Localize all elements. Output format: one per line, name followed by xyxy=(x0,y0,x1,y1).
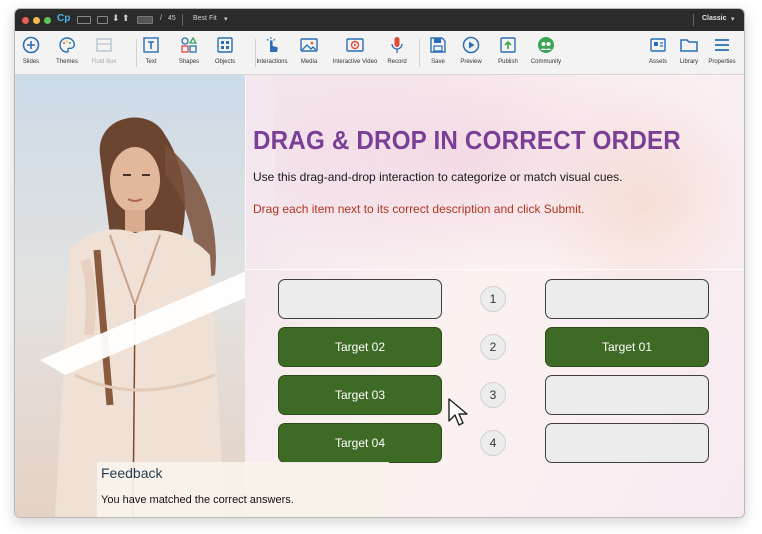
hand-pointer-icon xyxy=(266,37,278,52)
menu-icon xyxy=(715,39,729,51)
folder-icon xyxy=(680,39,698,52)
drop-target-4[interactable] xyxy=(545,423,709,463)
woman-photo xyxy=(15,75,245,517)
divider-line xyxy=(245,75,246,269)
save-icon xyxy=(430,37,446,53)
drop-target-2[interactable]: Target 01 xyxy=(545,327,709,367)
toolbar-label: Slides xyxy=(22,59,40,65)
community-icon xyxy=(538,37,554,53)
order-number: 1 xyxy=(480,286,506,312)
plus-circle-icon xyxy=(22,36,40,54)
drop-slot-left-1[interactable] xyxy=(278,279,442,319)
chevron-down-icon[interactable]: ▾ xyxy=(731,15,735,23)
toolbar-media[interactable]: Media xyxy=(284,35,334,65)
drag-item-target-03[interactable]: Target 03 xyxy=(278,375,442,415)
text-icon xyxy=(143,37,159,53)
fluid-box-icon xyxy=(96,38,112,52)
upload-icon[interactable]: ⬆ xyxy=(122,13,130,24)
title-bar: Cp ⬇ ⬆ / 45 Best Fit ▾ Classic ▾ xyxy=(15,9,744,31)
zoom-window-button[interactable] xyxy=(44,17,51,24)
mail-icon[interactable] xyxy=(97,16,108,24)
toolbar-properties[interactable]: Properties xyxy=(697,35,744,65)
divider xyxy=(693,14,694,26)
woman-illustration xyxy=(15,75,245,517)
drag-item-target-02[interactable]: Target 02 xyxy=(278,327,442,367)
toolbar-community[interactable]: Community xyxy=(521,35,571,65)
order-number: 3 xyxy=(480,382,506,408)
download-icon[interactable]: ⬇ xyxy=(112,13,120,24)
close-window-button[interactable] xyxy=(22,17,29,24)
drop-target-3[interactable] xyxy=(545,375,709,415)
toolbar-label: Community xyxy=(530,59,562,65)
feedback-text: You have matched the correct answers. xyxy=(101,494,294,506)
objects-icon xyxy=(217,37,233,53)
publish-icon xyxy=(500,37,516,53)
toolbar-label: Save xyxy=(431,59,445,65)
divider-line xyxy=(245,269,744,270)
toolbar-label: Interactive Video xyxy=(332,59,378,65)
toolbar-label: Library xyxy=(679,59,699,65)
workspace-select[interactable]: Classic xyxy=(702,15,727,22)
video-icon xyxy=(346,38,364,52)
captivate-window: Cp ⬇ ⬆ / 45 Best Fit ▾ Classic ▾ Slides … xyxy=(14,8,745,518)
page-number-input[interactable] xyxy=(137,16,153,24)
feedback-title: Feedback xyxy=(101,465,163,481)
minimize-window-button[interactable] xyxy=(33,17,40,24)
page-separator: / xyxy=(160,15,162,22)
chevron-down-icon[interactable]: ▾ xyxy=(224,15,228,23)
toolbar-label: Shapes xyxy=(178,59,200,65)
toolbar-objects[interactable]: Objects xyxy=(200,35,250,65)
toolbar-fluid-box[interactable]: Fluid Box xyxy=(79,35,129,65)
order-number: 4 xyxy=(480,430,506,456)
slide-subtitle: Use this drag-and-drop interaction to ca… xyxy=(253,170,623,184)
toolbar-label: Interactions xyxy=(256,59,288,65)
page-total: 45 xyxy=(168,15,176,22)
play-icon xyxy=(462,36,480,54)
microphone-icon xyxy=(391,37,403,53)
toolbar-label: Preview xyxy=(460,59,482,65)
slide-stage: DRAG & DROP IN CORRECT ORDER Use this dr… xyxy=(15,75,744,517)
toolbar-label: Media xyxy=(300,59,318,65)
toolbar-label: Themes xyxy=(56,59,78,65)
toolbar-label: Properties xyxy=(708,59,736,65)
main-toolbar: Slides Themes Fluid Box Text Shapes Obje… xyxy=(15,31,744,75)
toolbar-label: Record xyxy=(387,59,407,65)
toolbar-label: Objects xyxy=(214,59,236,65)
image-icon xyxy=(300,38,318,52)
toolbar-label: Fluid Box xyxy=(91,59,117,65)
app-logo: Cp xyxy=(57,13,71,24)
mouse-pointer-icon xyxy=(448,398,468,426)
slide-instruction: Drag each item next to its correct descr… xyxy=(253,202,585,216)
order-number: 2 xyxy=(480,334,506,360)
toolbar-label: Text xyxy=(145,59,157,65)
divider xyxy=(182,14,183,26)
zoom-select[interactable]: Best Fit xyxy=(193,15,217,22)
palette-icon xyxy=(59,37,76,53)
monitor-icon[interactable] xyxy=(77,16,91,24)
shapes-icon xyxy=(181,36,198,53)
toolbar-label: Publish xyxy=(498,59,518,65)
drop-target-1[interactable] xyxy=(545,279,709,319)
slide-title: DRAG & DROP IN CORRECT ORDER xyxy=(253,125,681,155)
drag-item-target-04[interactable]: Target 04 xyxy=(278,423,442,463)
